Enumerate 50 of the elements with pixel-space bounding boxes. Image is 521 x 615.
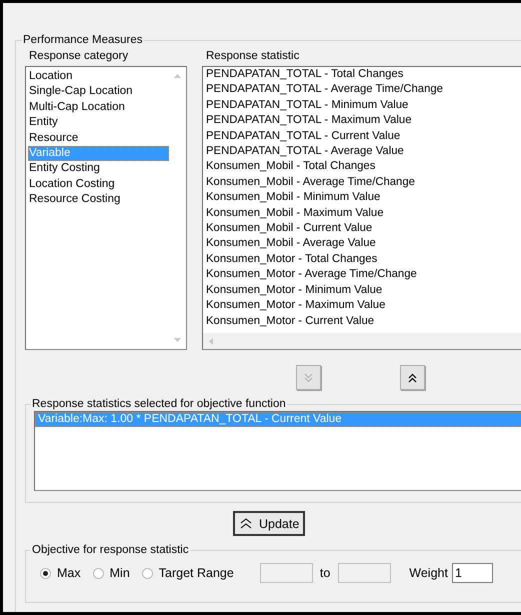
list-item[interactable]: Konsumen_Mobil - Average Value xyxy=(205,236,521,252)
radio-option[interactable]: Min xyxy=(92,566,130,580)
horizontal-scrollbar[interactable] xyxy=(203,333,521,349)
double-chevron-up-icon xyxy=(240,518,252,529)
double-chevron-up-icon xyxy=(408,372,417,382)
list-item[interactable]: Konsumen_Mobil - Maximum Value xyxy=(205,206,521,222)
group-title: Response statistics selected for objective function xyxy=(31,397,287,411)
list-item[interactable]: PENDAPATAN_TOTAL - Average Time/Change xyxy=(205,82,521,98)
list-item[interactable]: PENDAPATAN_TOTAL - Minimum Value xyxy=(205,98,521,114)
list-item[interactable]: Multi-Cap Location xyxy=(28,100,169,116)
list-item[interactable]: Entity Costing xyxy=(28,161,169,177)
list-item[interactable]: Single-Cap Location xyxy=(28,84,169,100)
to-label: to xyxy=(320,566,330,580)
scroll-down-icon[interactable] xyxy=(174,338,181,342)
radio-option[interactable]: Target Range xyxy=(142,566,234,580)
list-item[interactable]: Konsumen_Motor - Maximum Value xyxy=(205,298,521,314)
group-title: Performance Measures xyxy=(22,33,144,47)
list-item[interactable]: Konsumen_Motor - Minimum Value xyxy=(205,282,521,298)
list-item[interactable]: Resource xyxy=(28,130,169,146)
weight-field[interactable]: 1 xyxy=(452,563,493,583)
list-item[interactable]: Konsumen_Mobil - Total Changes xyxy=(205,159,521,175)
list-item[interactable]: Konsumen_Motor - Current Value xyxy=(205,314,521,329)
list-item[interactable]: Location xyxy=(28,69,169,84)
list-item[interactable]: PENDAPATAN_TOTAL - Current Value xyxy=(205,128,521,144)
list-item[interactable]: Konsumen_Motor - Average Time/Change xyxy=(205,267,521,283)
category-list[interactable]: Location Single-Cap Location Multi-Cap Location Entity Resource Variable Entity Costing Location Costing Resource Costing xyxy=(25,66,187,350)
list-item[interactable]: Konsumen_Mobil - Minimum Value xyxy=(205,190,521,206)
scroll-up-icon[interactable] xyxy=(174,74,181,78)
list-item[interactable]: Konsumen_Mobil - Average Time/Change xyxy=(205,174,521,190)
list-item[interactable]: Entity xyxy=(28,115,169,131)
radio-button[interactable] xyxy=(92,568,104,578)
update-button[interactable]: Update xyxy=(233,511,306,536)
radio-button[interactable] xyxy=(40,568,51,578)
list-item[interactable]: Location Costing xyxy=(28,176,169,192)
radio-button[interactable] xyxy=(142,568,153,578)
list-item[interactable]: Konsumen_Motor - Total Changes xyxy=(205,252,521,268)
statistic-list[interactable] xyxy=(202,66,521,350)
list-heading: Response category xyxy=(29,49,130,63)
list-item[interactable]: PENDAPATAN_TOTAL - Maximum Value xyxy=(205,113,521,129)
double-chevron-down-icon xyxy=(304,372,313,382)
group-title: Objective for response statistic xyxy=(31,543,190,557)
move-up-button[interactable] xyxy=(400,365,425,390)
list-item[interactable]: PENDAPATAN_TOTAL - Average Value xyxy=(205,144,521,160)
list-item[interactable]: PENDAPATAN_TOTAL - Total Changes xyxy=(205,67,521,82)
list-item[interactable]: Konsumen_Mobil - Current Value xyxy=(205,221,521,236)
radio-option[interactable]: Max xyxy=(40,566,81,580)
scroll-left-icon[interactable] xyxy=(209,338,213,344)
weight-label: Weight xyxy=(409,566,448,580)
list-item[interactable]: Resource Costing xyxy=(28,192,169,208)
list-heading: Response statistic xyxy=(206,49,300,63)
